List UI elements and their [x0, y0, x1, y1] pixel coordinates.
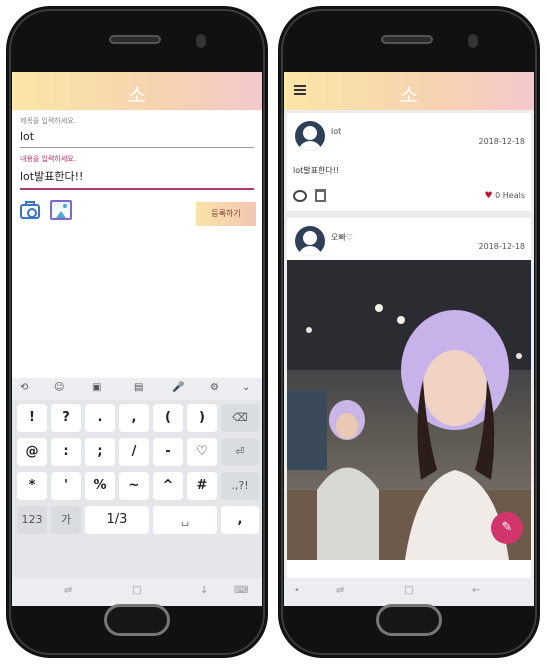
- home-icon[interactable]: □: [132, 585, 141, 596]
- dot-indicator: •: [294, 585, 300, 596]
- key-at[interactable]: @: [17, 438, 47, 466]
- front-camera: [468, 34, 478, 48]
- speaker: [381, 35, 433, 44]
- back-icon[interactable]: ←: [472, 585, 480, 596]
- screenshot-stage: 소 통 제목을 입력하세요. lot 내용을 입력하세요. lot발표한다!! …: [0, 0, 548, 664]
- heart-icon: ♥: [484, 191, 493, 201]
- key-hash[interactable]: #: [187, 472, 217, 500]
- compose-screen: 소 통 제목을 입력하세요. lot 내용을 입력하세요. lot발표한다!! …: [12, 72, 262, 606]
- recent-apps-icon[interactable]: ⇌: [64, 585, 72, 596]
- speaker: [109, 35, 161, 44]
- sticker-icon[interactable]: ▣: [92, 382, 101, 393]
- chevron-down-icon[interactable]: ⌄: [242, 382, 250, 393]
- trash-icon[interactable]: [315, 189, 326, 202]
- key-apostrophe[interactable]: ': [51, 472, 81, 500]
- hide-keyboard-icon[interactable]: ↓: [200, 585, 208, 596]
- key-question[interactable]: ?: [51, 404, 81, 432]
- key-comma-2[interactable]: ,: [221, 506, 259, 534]
- right-phone: 소 통 lot 2018-12-18 lot발표한다!! ♥ 0 Heals: [278, 6, 540, 658]
- key-percent[interactable]: %: [85, 472, 115, 500]
- post-feed: lot 2018-12-18 lot발표한다!! ♥ 0 Heals 오빠♡ 2…: [284, 110, 534, 606]
- app-title: 소 통: [127, 83, 199, 136]
- system-navbar: ⇌ □ ↓ ⌨: [12, 578, 262, 606]
- post-date: 2018-12-18: [478, 137, 526, 146]
- gear-icon[interactable]: ⚙: [210, 382, 219, 393]
- key-lparen[interactable]: (: [153, 404, 183, 432]
- keyboard: ⟲ ☺ ▣ ▤ 🎤 ⚙ ⌄ ! ? . , ( ) ⌫ @: ; / - ♡ …: [12, 378, 262, 606]
- hangul-key[interactable]: 가: [51, 506, 81, 534]
- keyboard-row-4: 123 가 1/3 ␣ ,: [15, 504, 259, 536]
- pencil-icon: ✎: [501, 520, 513, 535]
- enter-key[interactable]: ⏎: [221, 438, 259, 466]
- key-rparen[interactable]: ): [187, 404, 217, 432]
- comment-icon[interactable]: [293, 190, 307, 202]
- key-dash[interactable]: -: [153, 438, 183, 466]
- post-card[interactable]: 오빠♡ 2018-12-18 ✎: [287, 218, 531, 606]
- keyboard-row-1: ! ? . , ( ) ⌫: [15, 402, 259, 434]
- write-post-button[interactable]: ✎: [491, 512, 523, 544]
- content-label: 내용을 입력하세요.: [20, 155, 76, 163]
- avatar: [295, 226, 325, 256]
- gallery-icon[interactable]: [50, 200, 72, 220]
- form-actions: 등록하기: [12, 196, 262, 230]
- app-header: 소 통: [284, 72, 534, 136]
- post-photo: [287, 260, 531, 560]
- keyboard-toolbar: ⟲ ☺ ▣ ▤ 🎤 ⚙ ⌄: [12, 378, 262, 400]
- home-button[interactable]: [376, 604, 442, 636]
- heart-count-label: 0 Heals: [495, 191, 525, 200]
- camera-icon[interactable]: [20, 201, 40, 219]
- key-caret[interactable]: ^: [153, 472, 183, 500]
- numbers-key[interactable]: 123: [17, 506, 47, 534]
- front-camera: [196, 34, 206, 48]
- space-key[interactable]: ␣: [153, 506, 217, 534]
- keyboard-row-3: * ' % ~ ^ # .,?!: [15, 470, 259, 502]
- recent-apps-icon[interactable]: ⇌: [336, 585, 344, 596]
- submit-button[interactable]: 등록하기: [196, 202, 256, 226]
- avatar: [295, 121, 325, 151]
- page-key[interactable]: 1/3: [85, 506, 149, 534]
- key-exclaim[interactable]: !: [17, 404, 47, 432]
- post-author: lot: [331, 127, 342, 136]
- post-date: 2018-12-18: [478, 242, 526, 251]
- app-header: 소 통: [12, 72, 262, 136]
- home-button[interactable]: [104, 604, 170, 636]
- key-tilde[interactable]: ~: [119, 472, 149, 500]
- emoji-icon[interactable]: ☺: [54, 382, 64, 393]
- punctuation-key[interactable]: .,?!: [221, 472, 259, 500]
- feed-screen: 소 통 lot 2018-12-18 lot발표한다!! ♥ 0 Heals: [284, 72, 534, 606]
- keyboard-row-2: @ : ; / - ♡ ⏎: [15, 436, 259, 468]
- keyboard-icon[interactable]: ⌨: [234, 585, 248, 596]
- photo-illustration: [287, 260, 531, 560]
- key-period[interactable]: .: [85, 404, 115, 432]
- clipboard-icon[interactable]: ▤: [134, 382, 143, 393]
- key-colon[interactable]: :: [51, 438, 81, 466]
- mic-icon[interactable]: 🎤: [172, 382, 184, 393]
- system-navbar: • ⇌ □ ←: [284, 578, 534, 606]
- post-author: 오빠♡: [331, 233, 353, 242]
- key-semicolon[interactable]: ;: [85, 438, 115, 466]
- post-text: lot발표한다!!: [293, 166, 340, 175]
- post-card[interactable]: lot 2018-12-18 lot발표한다!! ♥ 0 Heals: [287, 113, 531, 211]
- key-asterisk[interactable]: *: [17, 472, 47, 500]
- rotate-icon[interactable]: ⟲: [20, 382, 28, 393]
- heart-count[interactable]: ♥ 0 Heals: [485, 191, 526, 201]
- left-phone: 소 통 제목을 입력하세요. lot 내용을 입력하세요. lot발표한다!! …: [6, 6, 268, 658]
- home-icon[interactable]: □: [404, 585, 413, 596]
- content-input[interactable]: lot발표한다!!: [20, 168, 254, 190]
- key-slash[interactable]: /: [119, 438, 149, 466]
- key-heart[interactable]: ♡: [187, 438, 217, 466]
- backspace-key[interactable]: ⌫: [221, 404, 259, 432]
- key-comma[interactable]: ,: [119, 404, 149, 432]
